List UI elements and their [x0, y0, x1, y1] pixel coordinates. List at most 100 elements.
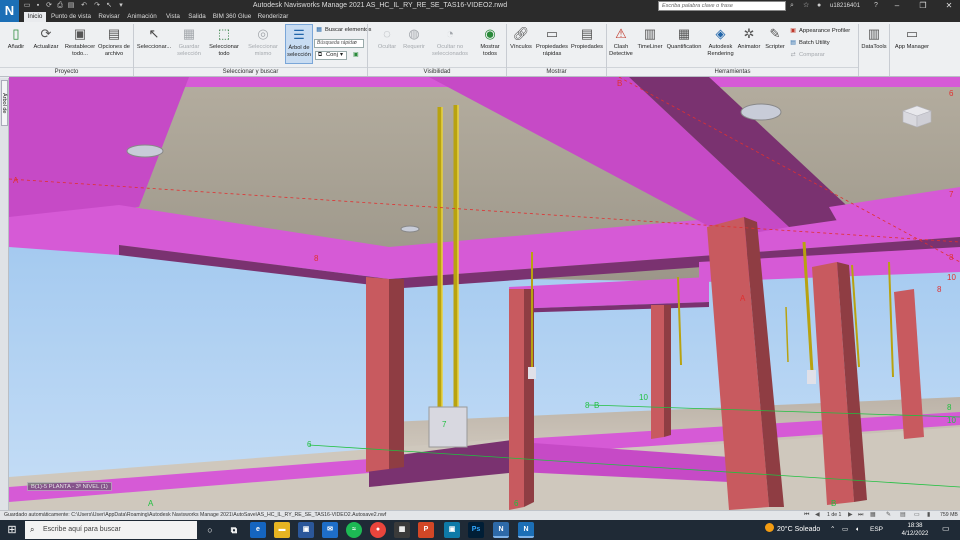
taskbar-search-input[interactable]: Escribe aquí para buscar [25, 521, 197, 539]
pencil-icon[interactable]: ✎ [886, 511, 891, 520]
refresh-button[interactable]: ⟳ Actualizar [30, 24, 62, 51]
clash-detective-button[interactable]: ⚠︎ Clash Detective [607, 24, 635, 57]
compare-button[interactable]: ⇄ Comparar [789, 51, 825, 61]
timeliner-button[interactable]: ▥ TimeLiner [635, 24, 665, 51]
navisworks-taskbar-icon[interactable]: N [518, 522, 534, 538]
column[interactable] [389, 279, 404, 469]
find-items-button[interactable]: ▦ Buscar elementos [315, 26, 371, 36]
tab-renderizar[interactable]: Renderizar [256, 12, 290, 22]
selection-tree-panel-tab[interactable]: Árbol de selección [1, 80, 8, 126]
weather-widget[interactable]: 20°C Soleado [765, 520, 820, 540]
grid-icon[interactable]: ▦ [870, 511, 876, 520]
hide-unselected-button[interactable]: ◔ Ocultar no seleccionados [425, 24, 475, 57]
app-icon[interactable]: ▦ [394, 522, 410, 538]
prev-page-icon[interactable]: ◀ [815, 511, 820, 520]
clock[interactable]: 18:38 4/12/2022 [895, 522, 935, 538]
column[interactable] [651, 305, 664, 439]
mail-icon[interactable]: ✉ [322, 522, 338, 538]
viewcube[interactable] [899, 103, 935, 129]
print-preview-icon[interactable]: ▤ [66, 1, 76, 11]
app-logo[interactable]: N [0, 0, 19, 22]
navisworks-taskbar-icon[interactable]: N [493, 522, 509, 538]
select-same-button[interactable]: ◎ Seleccionar mismo [244, 24, 282, 57]
sets-dropdown-arrow[interactable]: ▾ [340, 51, 343, 61]
tab-punto-de-vista[interactable]: Punto de vista [49, 12, 93, 22]
language-indicator[interactable]: ESP [870, 520, 883, 540]
batch-utility-button[interactable]: ▤ Batch Utility [789, 39, 829, 49]
volume-icon[interactable]: 🔈︎ [856, 520, 860, 540]
notifications-icon[interactable]: ▭ [942, 524, 950, 533]
select-all-button[interactable]: ⬚ Seleccionar todo [207, 24, 241, 57]
scripter-button[interactable]: ✎ Scripter [763, 24, 787, 51]
disk-icon[interactable]: ▭ [914, 511, 920, 520]
pipe-box[interactable] [807, 370, 816, 384]
properties-button[interactable]: ▤ Propiedades [570, 24, 604, 51]
help-icon[interactable]: ? [874, 1, 878, 11]
selection-tree-button[interactable]: ☰ Árbol de selección [285, 24, 313, 64]
group-label-seleccionar[interactable]: Seleccionar y buscar [134, 67, 367, 76]
cortana-icon[interactable]: ○ [202, 522, 218, 538]
photoshop-icon[interactable]: Ps [468, 522, 484, 538]
tab-bim360-glue[interactable]: BIM 360 Glue [211, 12, 253, 22]
undo-icon[interactable]: ↶ [79, 1, 89, 11]
tab-salida[interactable]: Salida [186, 12, 208, 22]
app-icon[interactable]: ▣ [444, 522, 460, 538]
store-icon[interactable]: ▣ [298, 522, 314, 538]
require-button[interactable]: ◍ Requerir [400, 24, 428, 51]
search-icon[interactable]: ⌕ [790, 1, 794, 11]
powerpoint-icon[interactable]: P [418, 522, 434, 538]
save-icon[interactable]: ▪ [33, 1, 43, 11]
spotify-icon[interactable]: ≈ [346, 522, 362, 538]
select-icon[interactable]: ↖ [104, 1, 114, 11]
qat-dropdown-icon[interactable]: ▾ [116, 1, 126, 11]
edge-icon[interactable]: e [250, 522, 266, 538]
tab-animacion[interactable]: Animación [125, 12, 159, 22]
autodesk-rendering-button[interactable]: ◈ Autodesk Rendering [705, 24, 736, 57]
print-icon[interactable]: ⎙ [55, 1, 65, 11]
ceiling-lamp[interactable] [126, 144, 164, 158]
save-selection-button[interactable]: ▦ Guardar selección [174, 24, 204, 57]
scene-canvas[interactable]: A B 6 7 8 10 A 6 8 10 8 10 A B 6 B 7 8 8 [9, 77, 960, 510]
group-label-herramientas[interactable]: Herramientas [607, 67, 858, 76]
append-button[interactable]: ▯ Añadir [3, 24, 29, 51]
file-options-button[interactable]: ▤ Opciones de archivo [98, 24, 130, 57]
redo-icon[interactable]: ↷ [92, 1, 102, 11]
task-view-icon[interactable]: ⧉ [226, 522, 242, 538]
ceiling-lamp[interactable] [400, 225, 420, 233]
column[interactable] [366, 277, 389, 472]
appearance-profiler-button[interactable]: ▣ Appearance Profiler [789, 27, 850, 37]
communication-center-icon[interactable]: ☆ [803, 1, 809, 11]
app-manager-button[interactable]: ▭ App Manager [892, 24, 932, 51]
file-explorer-icon[interactable]: ▬ [274, 522, 290, 538]
animator-button[interactable]: ✲ Animator [735, 24, 763, 51]
unhide-all-button[interactable]: ◉ Mostrar todos [477, 24, 503, 57]
tab-inicio[interactable]: Inicio [24, 12, 46, 22]
hide-button[interactable]: ◌ Ocultar [372, 24, 402, 51]
tab-revisar[interactable]: Revisar [96, 12, 122, 22]
datatools-button[interactable]: ▥ DataTools [860, 24, 888, 51]
ceiling-lamp[interactable] [740, 103, 782, 121]
select-button[interactable]: ↖ Seleccionar... [136, 24, 172, 51]
column[interactable] [664, 305, 671, 437]
performance-icon[interactable]: ▤ [900, 511, 906, 520]
network-icon[interactable]: ▭ [842, 520, 848, 540]
help-search-input[interactable]: Escriba palabra clave o frase [658, 1, 786, 11]
minimize-button[interactable]: – [886, 0, 908, 12]
group-label-proyecto[interactable]: Proyecto [0, 67, 133, 76]
close-button[interactable]: ✕ [938, 0, 960, 12]
quick-properties-button[interactable]: ▭ Propiedades rápidas [535, 24, 569, 57]
pipe-box[interactable] [528, 367, 536, 379]
column[interactable] [509, 289, 524, 510]
reset-all-button[interactable]: ▣ Restablecer todo... [63, 24, 97, 57]
refresh-icon[interactable]: ⟳ [44, 1, 54, 11]
open-icon[interactable]: ▭ [22, 1, 32, 11]
user-name[interactable]: u18216401 [830, 1, 860, 11]
next-page-icon[interactable]: ▶ [848, 511, 853, 520]
group-label-mostrar[interactable]: Mostrar [507, 67, 606, 76]
3d-viewport[interactable]: A B 6 7 8 10 A 6 8 10 8 10 A B 6 B 7 8 8 [9, 77, 960, 510]
first-page-icon[interactable]: ⏮ [804, 511, 809, 520]
tab-vista[interactable]: Vista [162, 12, 184, 22]
user-icon[interactable]: ● [817, 1, 821, 11]
pipe-box[interactable] [428, 406, 468, 448]
web-server-icon[interactable]: ▮ [927, 511, 930, 520]
